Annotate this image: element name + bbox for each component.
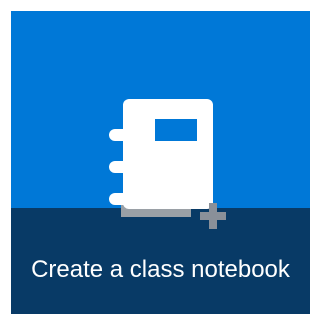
notebook-ring-1 — [109, 129, 135, 141]
create-class-notebook-tile[interactable]: Create a class notebook — [11, 11, 310, 314]
notebook-add-icon — [103, 99, 235, 229]
notebook-body — [123, 99, 213, 209]
plus-horizontal-bar — [200, 212, 226, 220]
notebook-cover-label — [155, 119, 197, 141]
notebook-ring-3 — [109, 193, 135, 205]
notebook-ring-2 — [109, 161, 135, 173]
tile-label: Create a class notebook — [31, 256, 290, 283]
